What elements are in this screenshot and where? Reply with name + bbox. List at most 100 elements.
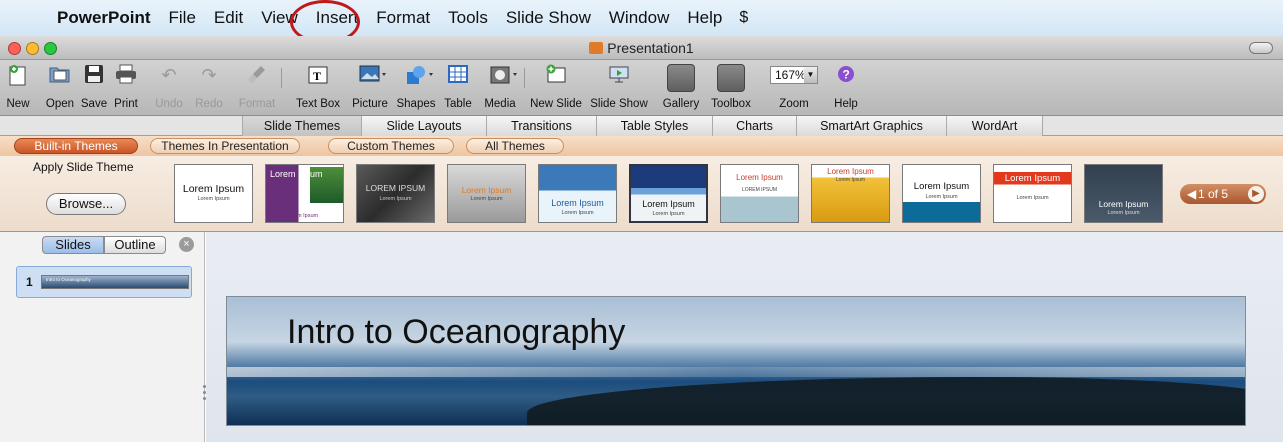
format-label: Format [238,98,276,110]
subtab-custom-themes[interactable]: Custom Themes [328,138,454,154]
theme-thumbnail[interactable]: Lorem Ipsum Lorem Ipsum [447,164,526,223]
media-label: Media [484,98,516,110]
theme-title: Lorem Ipsum [642,199,695,209]
menu-help[interactable]: Help [678,8,731,28]
theme-thumbnail[interactable]: Lorem Ipsum Lorem Ipsum [1084,164,1163,223]
next-page-icon[interactable]: ▶ [1248,186,1264,202]
toolbox-toggle[interactable]: Toolbox [711,64,751,110]
tab-smartart-graphics[interactable]: SmartArt Graphics [797,116,947,136]
browse-button[interactable]: Browse... [46,193,126,215]
tab-slides[interactable]: Slides [42,236,104,254]
theme-thumbnail[interactable]: LOREM IPSUM Lorem Ipsum [356,164,435,223]
tab-slide-themes[interactable]: Slide Themes [242,116,362,136]
save-button[interactable]: Save [81,64,107,110]
theme-subtitle: Lorem Ipsum [286,213,319,219]
subtab-themes-in-presentation[interactable]: Themes In Presentation [150,138,300,154]
slide-title[interactable]: Intro to Oceanography [287,313,625,352]
close-pane-icon[interactable]: × [179,237,194,252]
gallery-label: Gallery [662,98,700,110]
theme-thumbnail[interactable]: Lorem Ipsum Lorem Ipsum [265,164,344,223]
menu-edit[interactable]: Edit [205,8,252,28]
format-painter-button[interactable]: Format [239,64,275,110]
help-label: Help [834,98,858,110]
tab-wordart[interactable]: WordArt [947,116,1043,136]
theme-subtitle: Lorem Ipsum [379,196,412,202]
tab-transitions[interactable]: Transitions [487,116,597,136]
open-label: Open [45,98,75,110]
subtab-all-themes[interactable]: All Themes [466,138,564,154]
theme-thumbnail[interactable]: Lorem Ipsum LOREM IPSUM [720,164,799,223]
chevron-down-icon: ▼ [804,67,817,83]
theme-subtitle: Lorem Ipsum [1016,195,1049,201]
slide-thumbnail[interactable]: 1 Intro to Oceanography [16,266,192,298]
menu-slide-show[interactable]: Slide Show [497,8,600,28]
current-slide[interactable]: Intro to Oceanography [226,296,1246,426]
zoom-value: 167% [775,68,806,82]
gallery-page-indicator: 1 of 5 [1198,187,1229,201]
menu-tools[interactable]: Tools [439,8,497,28]
zoom-label: Zoom [779,98,809,110]
print-button[interactable]: Print [114,64,138,110]
script-menu-icon[interactable]: $ [731,9,756,27]
theme-title: LOREM IPSUM [365,183,426,193]
media-button[interactable]: Media [484,64,517,110]
slide-show-label: Slide Show [590,98,648,110]
theme-thumbnail[interactable]: Lorem Ipsum Lorem Ipsum [993,164,1072,223]
new-button[interactable]: New [6,64,30,110]
slide-mini-title: Intro to Oceanography [46,277,91,282]
menu-bar: PowerPoint File Edit View Insert Format … [0,0,1283,36]
slides-pane: Slides Outline × 1 Intro to Oceanography [0,232,206,442]
picture-label: Picture [352,98,388,110]
gallery-toggle[interactable]: Gallery [663,64,699,110]
help-button[interactable]: ? Help [834,64,858,110]
theme-subtitle: Lorem Ipsum [561,210,594,216]
tab-charts[interactable]: Charts [713,116,797,136]
tab-slide-layouts[interactable]: Slide Layouts [362,116,487,136]
tab-table-styles[interactable]: Table Styles [597,116,713,136]
menu-powerpoint[interactable]: PowerPoint [48,8,160,28]
theme-thumbnail[interactable]: Lorem Ipsum Lorem Ipsum [629,164,708,223]
open-button[interactable]: Open [46,64,74,110]
new-slide-icon [545,64,567,86]
redo-button[interactable]: ↷ Redo [194,64,224,110]
slide-number: 1 [26,275,33,289]
gallery-pager[interactable]: ◀ 1 of 5 ▶ [1180,184,1266,204]
undo-button[interactable]: ↶ Undo [154,64,184,110]
theme-title: Lorem Ipsum [270,169,323,179]
picture-button[interactable]: Picture [352,64,388,110]
theme-thumbnail[interactable]: Lorem Ipsum Lorem Ipsum [811,164,890,223]
shapes-button[interactable]: Shapes [396,64,436,110]
previous-page-icon[interactable]: ◀ [1187,184,1196,204]
zoom-control[interactable]: 167% ▼ Zoom [768,64,820,110]
theme-subtitle: Lorem Ipsum [470,196,503,202]
toolbox-icon [717,64,745,92]
new-document-icon [7,64,29,86]
text-box-icon: T [307,64,329,86]
menu-format[interactable]: Format [367,8,439,28]
slide-show-icon [608,64,630,86]
redo-label: Redo [195,98,223,110]
undo-arrow-icon: ↶ [161,65,177,85]
text-box-button[interactable]: T Text Box [296,64,340,110]
new-slide-button[interactable]: New Slide [530,64,582,110]
table-grid-icon [447,64,469,86]
svg-text:T: T [313,69,321,83]
theme-thumbnail[interactable]: Lorem Ipsum Lorem Ipsum [538,164,617,223]
menu-file[interactable]: File [160,8,205,28]
theme-thumbnail[interactable]: Lorem Ipsum Lorem Ipsum [174,164,253,223]
window-title-text: Presentation1 [607,40,694,56]
theme-subtitle: LOREM IPSUM [741,187,777,193]
zoom-select[interactable]: 167% ▼ [770,66,818,84]
theme-thumbnail[interactable]: Lorem Ipsum Lorem Ipsum [902,164,981,223]
subtab-built-in-themes[interactable]: Built-in Themes [14,138,138,154]
menu-window[interactable]: Window [600,8,678,28]
table-button[interactable]: Table [444,64,472,110]
tab-outline[interactable]: Outline [104,236,166,254]
theme-title: Lorem Ipsum [1004,173,1061,184]
slide-show-button[interactable]: Slide Show [590,64,648,110]
ribbon-tab-bar: Slide Themes Slide Layouts Transitions T… [0,116,1283,136]
toolbar-separator [281,68,282,88]
toolbar-toggle-button[interactable] [1249,42,1273,54]
apply-slide-theme-label: Apply Slide Theme [33,160,134,174]
window-title: Presentation1 [0,40,1283,56]
